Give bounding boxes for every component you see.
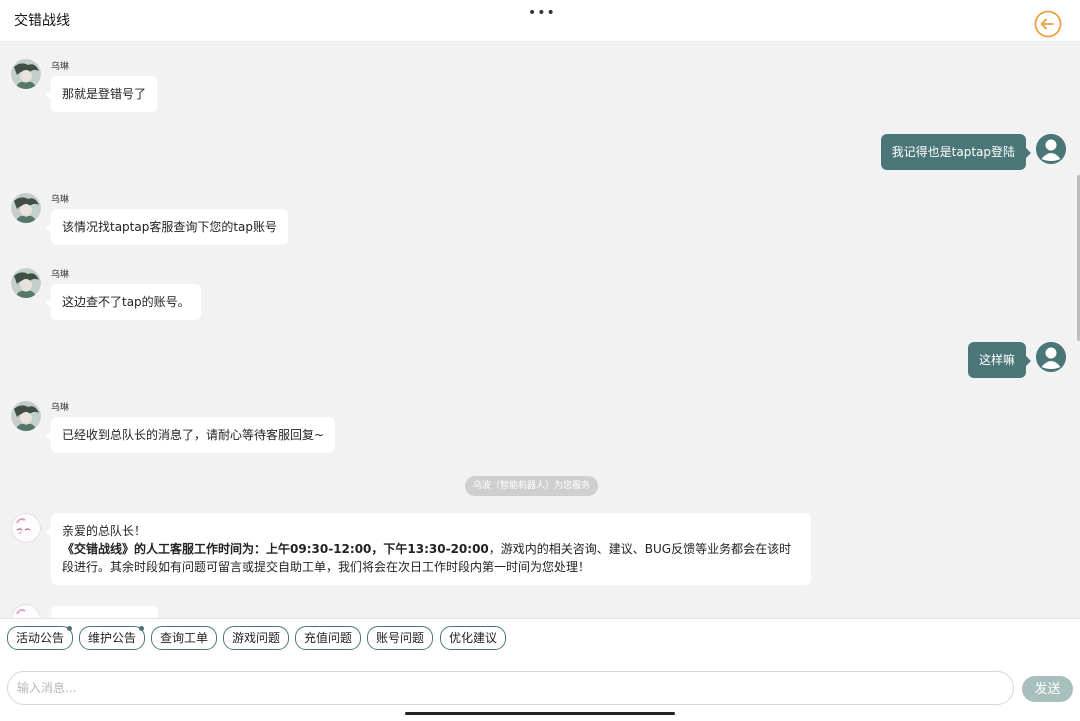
- message-bubble: 这边查不了tap的账号。: [46, 284, 201, 320]
- user-avatar-icon[interactable]: [1036, 342, 1066, 372]
- unread-dot-icon: [139, 626, 145, 631]
- user-message-bubble: 这样嘛: [967, 342, 1032, 378]
- bot-avatar[interactable]: [11, 513, 41, 543]
- tag-game-issue[interactable]: 游戏问题: [223, 626, 290, 650]
- agent-name: 乌琳: [51, 62, 70, 72]
- agent-avatar[interactable]: [11, 268, 41, 298]
- page-title: 交错战线: [14, 13, 70, 29]
- back-arrow-icon[interactable]: [1034, 10, 1062, 38]
- tag-maintenance-announcement[interactable]: 维护公告: [79, 626, 146, 650]
- user-message-bubble: 我记得也是taptap登陆: [880, 134, 1032, 170]
- top-bar: 交错战线 •••: [0, 0, 1080, 42]
- message-input[interactable]: [7, 671, 1014, 705]
- agent-name: 乌琳: [51, 195, 70, 205]
- bot-greeting: 亲爱的总队长！: [62, 524, 147, 538]
- input-bar: 发送: [0, 657, 1080, 721]
- bot-message-bubble: 亲爱的总队长！ 《交错战线》的人工客服工作时间为：上午09:30-12:00，下…: [46, 513, 811, 585]
- agent-avatar[interactable]: [11, 401, 41, 431]
- tag-query-ticket[interactable]: 查询工单: [151, 626, 218, 650]
- message-bubble: 那就是登错号了: [45, 76, 158, 112]
- quick-tags-bar: 活动公告 维护公告 查询工单 游戏问题 充值问题 账号问题 优化建议: [0, 618, 1080, 658]
- tag-activity-announcement[interactable]: 活动公告: [7, 626, 74, 650]
- message-bubble: 已经收到总队长的消息了，请耐心等待客服回复~: [45, 417, 336, 453]
- message-bubble-partial: [51, 606, 158, 618]
- agent-avatar[interactable]: [11, 59, 41, 89]
- tag-suggestion[interactable]: 优化建议: [440, 626, 507, 650]
- agent-avatar[interactable]: [11, 193, 41, 223]
- bot-hours-text: 《交错战线》的人工客服工作时间为：上午09:30-12:00，下午13:30-2…: [62, 542, 792, 574]
- message-bubble: 该情况找taptap客服查询下您的tap账号: [45, 209, 289, 245]
- tag-recharge-issue[interactable]: 充值问题: [295, 626, 362, 650]
- tag-account-issue[interactable]: 账号问题: [367, 626, 434, 650]
- agent-name: 乌琳: [51, 270, 70, 280]
- bot-avatar[interactable]: [11, 604, 41, 618]
- send-button[interactable]: 发送: [1022, 676, 1073, 702]
- unread-dot-icon: [67, 626, 73, 631]
- home-indicator: [405, 712, 675, 715]
- chat-messages-area[interactable]: 乌琳 那就是登错号了 我记得也是taptap登陆 乌琳 该情况找taptap客服…: [0, 42, 1080, 618]
- more-options-button[interactable]: •••: [528, 4, 555, 22]
- agent-name: 乌琳: [51, 403, 70, 413]
- user-avatar-icon[interactable]: [1036, 134, 1066, 164]
- system-notice: 乌波（智能机器人）为您服务: [465, 476, 599, 496]
